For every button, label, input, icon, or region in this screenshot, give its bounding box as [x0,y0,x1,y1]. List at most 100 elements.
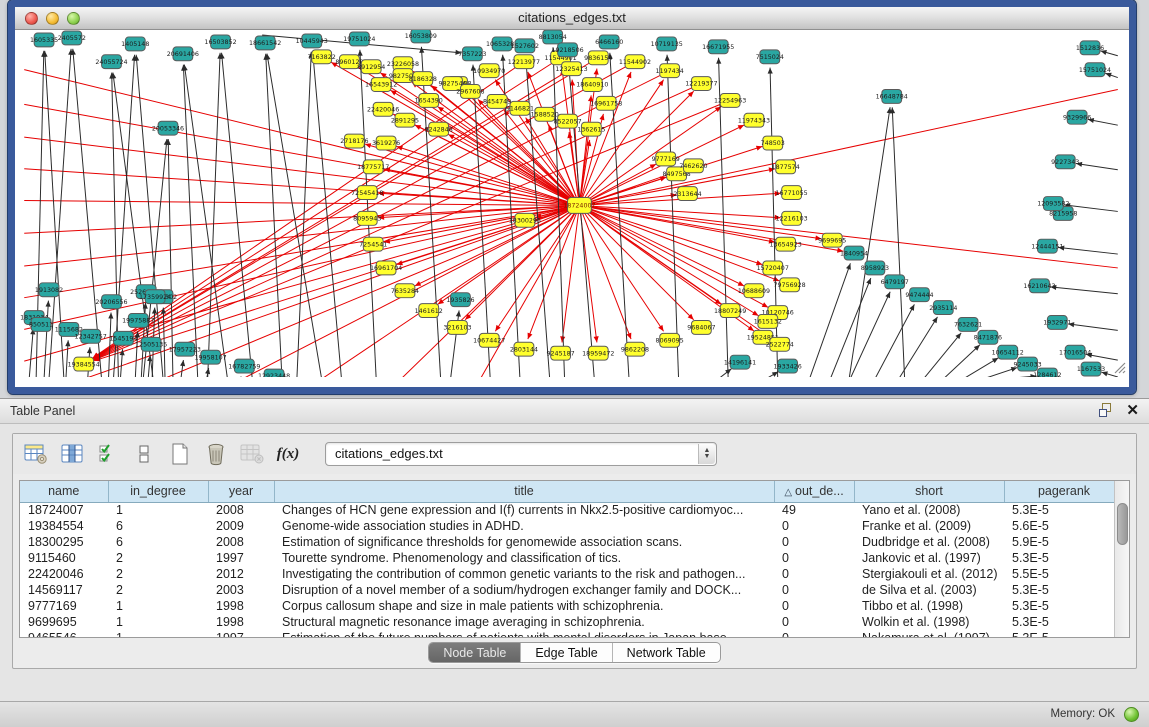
citation-edge-black[interactable] [222,53,253,377]
new-table-icon[interactable] [167,441,193,467]
delete-column-icon[interactable] [203,441,229,467]
table-cell[interactable]: 0 [774,582,854,598]
citation-edge-red[interactable] [415,205,580,285]
table-cell[interactable]: 2008 [208,502,274,518]
table-cell[interactable]: 19384554 [20,518,108,534]
table-cell[interactable]: Disruption of a novel member of a sodium… [274,582,774,598]
table-cell[interactable]: 1 [108,630,208,638]
citation-edge-black[interactable] [830,278,871,377]
table-row[interactable]: 1830029562008Estimation of significance … [20,534,1124,550]
table-cell[interactable]: 1997 [208,550,274,566]
citation-edge-black[interactable] [809,263,850,377]
table-cell[interactable]: 1 [108,614,208,630]
table-cell[interactable]: 2003 [208,582,274,598]
column-header-out-de-[interactable]: △out_de... [774,481,854,502]
table-row[interactable]: 1456911722003Disruption of a novel membe… [20,582,1124,598]
column-settings-icon[interactable] [59,441,85,467]
table-cell[interactable]: 2008 [208,534,274,550]
table-panel-titlebar[interactable]: Table Panel ✕ [0,399,1149,424]
table-settings-icon[interactable] [23,441,49,467]
table-cell[interactable]: 0 [774,518,854,534]
tab-node-table[interactable]: Node Table [429,643,521,662]
table-cell[interactable]: Estimation of significance thresholds fo… [274,534,774,550]
table-cell[interactable]: 18300295 [20,534,108,550]
table-row[interactable]: 946554611997Estimation of the future num… [20,630,1124,638]
column-header-short[interactable]: short [854,481,1004,502]
table-cell[interactable]: Tourette syndrome. Phenomenology and cla… [274,550,774,566]
table-cell[interactable]: 0 [774,614,854,630]
table-cell[interactable]: 5.3E-5 [1004,614,1124,630]
table-cell[interactable]: Investigating the contribution of common… [274,566,774,582]
citation-edge-black[interactable] [266,54,282,377]
table-cell[interactable]: 5.3E-5 [1004,630,1124,638]
citation-edge-black[interactable] [44,301,48,377]
table-row[interactable]: 1872400712008Changes of HCN gene express… [20,502,1124,518]
table-cell[interactable]: 9699695 [20,614,108,630]
table-cell[interactable]: 2012 [208,566,274,582]
table-cell[interactable]: 1 [108,502,208,518]
table-cell[interactable]: Estimation of the future numbers of pati… [274,630,774,638]
scrollbar-thumb[interactable] [1117,503,1128,545]
citation-edge-red[interactable] [93,69,571,359]
table-cell[interactable]: 0 [774,534,854,550]
combobox-stepper-icon[interactable]: ▲▼ [698,444,715,464]
citation-edge-red[interactable] [94,100,730,360]
table-cell[interactable]: 5.6E-5 [1004,518,1124,534]
citation-edge-red[interactable] [579,205,663,331]
table-cell[interactable]: Tibbo et al. (1998) [854,598,1004,614]
citation-edge-red[interactable] [528,205,580,339]
function-builder-icon[interactable]: f(x) [275,441,301,467]
table-cell[interactable]: Dudbridge et al. (2008) [854,534,1004,550]
table-cell[interactable]: Genome-wide association studies in ADHD. [274,518,774,534]
memory-indicator-icon[interactable] [1124,707,1139,722]
table-cell[interactable]: 49 [774,502,854,518]
table-cell[interactable]: 5.3E-5 [1004,598,1124,614]
table-cell[interactable]: 6 [108,534,208,550]
column-header-name[interactable]: name [20,481,108,502]
table-cell[interactable]: 0 [774,598,854,614]
table-cell[interactable]: 0 [774,550,854,566]
table-cell[interactable]: 5.9E-5 [1004,534,1124,550]
citation-edge-black[interactable] [1076,163,1118,169]
column-header-title[interactable]: title [274,481,774,502]
network-canvas[interactable]: 1872400711544901122139771093497098275081… [15,30,1129,377]
citation-edge-red[interactable] [322,205,580,377]
table-cell[interactable]: 9115460 [20,550,108,566]
table-cell[interactable]: 1998 [208,614,274,630]
table-cell[interactable]: Nakamura et al. (1997) [854,630,1004,638]
table-select-combobox[interactable]: citations_edges.txt ▲▼ [325,442,717,466]
table-cell[interactable]: 2 [108,566,208,582]
table-cell[interactable]: 5.3E-5 [1004,582,1124,598]
citation-edge-black[interactable] [923,333,961,377]
table-cell[interactable]: 22420046 [20,566,108,582]
table-cell[interactable]: Corpus callosum shape and size in male p… [274,598,774,614]
table-row[interactable]: 911546021997Tourette syndrome. Phenomeno… [20,550,1124,566]
select-columns-icon[interactable] [95,441,121,467]
citation-edge-black[interactable] [1050,287,1117,294]
column-header-in-degree[interactable]: in_degree [108,481,208,502]
float-panel-icon[interactable] [1099,403,1114,418]
citation-edge-black[interactable] [875,304,915,377]
table-row[interactable]: 2242004622012Investigating the contribut… [20,566,1124,582]
citation-edge-black[interactable] [297,52,311,377]
citation-edge-black[interactable] [963,358,998,377]
table-row[interactable]: 1938455462009Genome-wide association stu… [20,518,1124,534]
citation-edge-black[interactable] [109,313,112,377]
table-cell[interactable]: Wolkin et al. (1998) [854,614,1004,630]
tab-network-table[interactable]: Network Table [613,643,720,662]
table-cell[interactable]: 1998 [208,598,274,614]
citation-edge-black[interactable] [1068,324,1118,331]
table-cell[interactable]: 9777169 [20,598,108,614]
table-cell[interactable]: 0 [774,566,854,582]
merge-columns-icon[interactable] [131,441,157,467]
table-row[interactable]: 977716911998Corpus callosum shape and si… [20,598,1124,614]
table-cell[interactable]: 1 [108,598,208,614]
table-vertical-scrollbar[interactable] [1114,481,1129,637]
table-cell[interactable]: 6 [108,518,208,534]
table-cell[interactable]: 18724007 [20,502,108,518]
table-cell[interactable]: Yano et al. (2008) [854,502,1004,518]
table-cell[interactable]: 14569117 [20,582,108,598]
table-cell[interactable]: 0 [774,630,854,638]
network-window-titlebar[interactable]: citations_edges.txt [15,7,1129,30]
table-cell[interactable]: Structural magnetic resonance image aver… [274,614,774,630]
